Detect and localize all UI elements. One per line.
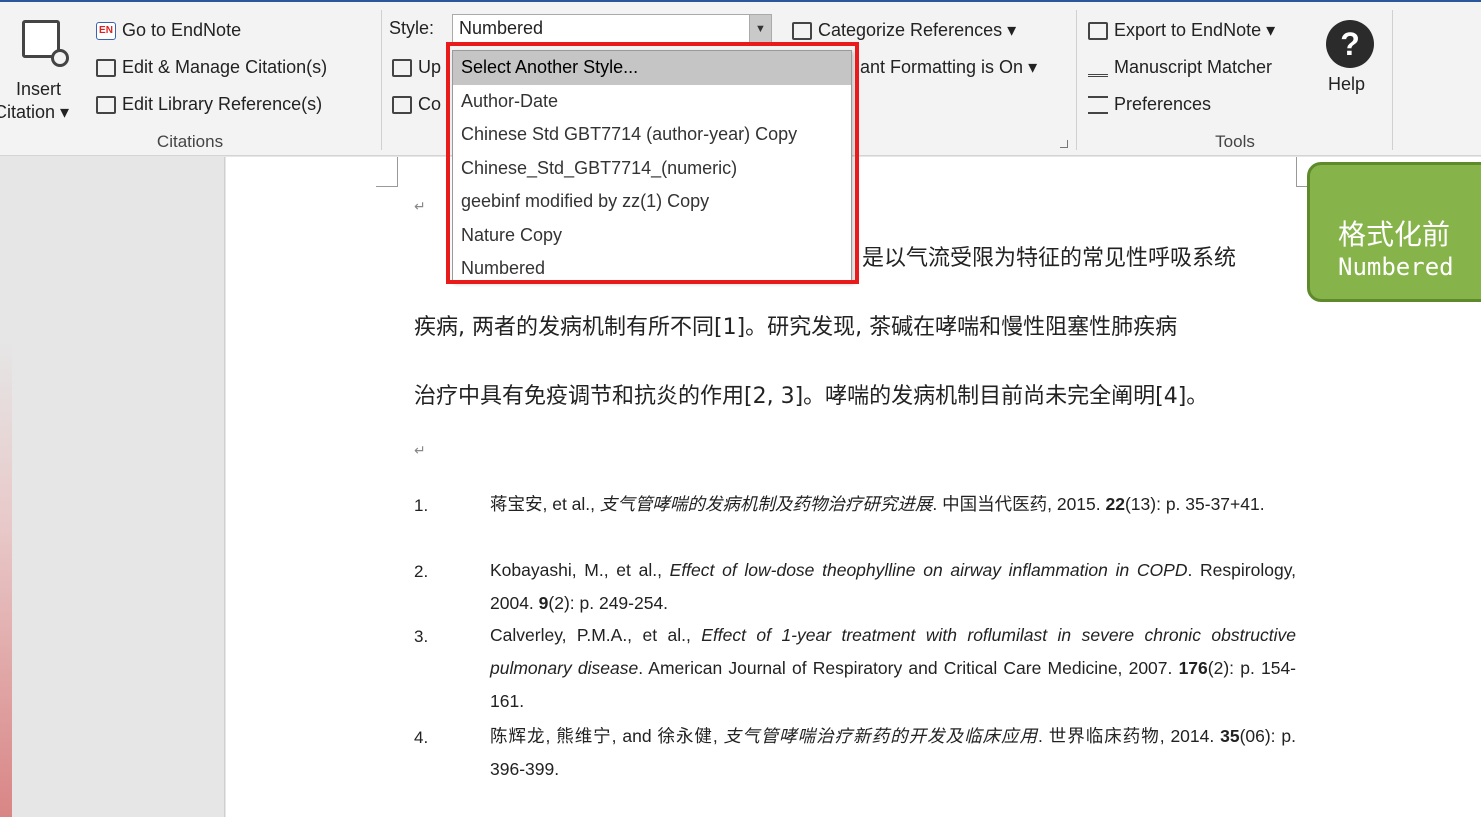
export-to-endnote-button[interactable]: Export to EndNote ▾ (1088, 20, 1275, 41)
preferences-label: Preferences (1114, 94, 1212, 114)
reference-number: 3. (414, 627, 429, 646)
reference-number: 4. (414, 728, 429, 747)
style-option[interactable]: Chinese Std GBT7714 (author-year) Copy (453, 118, 851, 152)
tools-group-label: Tools (1215, 132, 1255, 151)
annotation-callout: 格式化前 Numbered (1307, 162, 1481, 302)
paragraph-mark: ↵ (414, 442, 426, 458)
style-select[interactable]: Numbered ▼ (452, 14, 772, 44)
help-label[interactable]: Help (1328, 74, 1365, 95)
insert-citation-icon (22, 20, 69, 67)
categorize-icon (792, 21, 812, 40)
instant-formatting-label: ant Formatting is On ▾ (860, 57, 1038, 77)
callout-line-1: 格式化前 (1338, 218, 1451, 251)
style-option[interactable]: Numbered (453, 252, 851, 286)
style-option[interactable]: Chinese_Std_GBT7714_(numeric) (453, 152, 851, 186)
go-to-endnote-button[interactable]: EN Go to EndNote (96, 20, 241, 41)
style-select-value: Numbered (459, 18, 544, 38)
edit-manage-citations-label: Edit & Manage Citation(s) (122, 57, 328, 77)
manuscript-matcher-icon (1088, 59, 1108, 77)
reference-text: 陈辉龙, 熊维宁, and 徐永健, 支气管哮喘治疗新药的开发及临床应用. 世界… (490, 720, 1296, 786)
paragraph-3[interactable]: 治疗中具有免疫调节和抗炎的作用[2, 3]。哮喘的发病机制目前尚未完全阐明[4]… (414, 378, 1208, 410)
citations-group-label: Citations (156, 132, 224, 151)
paragraph-2[interactable]: 疾病, 两者的发病机制有所不同[1]。研究发现, 茶碱在哮喘和慢性阻塞性肺疾病 (414, 309, 1177, 341)
reference-pages: (2): p. 249-254. (548, 593, 669, 613)
preferences-icon (1088, 95, 1108, 114)
ribbon-separator (1392, 10, 1393, 150)
reference-number: 2. (414, 562, 429, 581)
update-citations-icon (392, 58, 412, 77)
left-margin (0, 157, 225, 817)
edit-library-icon (96, 95, 116, 114)
paragraph-mark: ↵ (414, 198, 426, 214)
style-option[interactable]: Author-Date (453, 85, 851, 119)
manuscript-matcher-label: Manuscript Matcher (1114, 57, 1273, 77)
reference-volume: 176 (1178, 658, 1208, 678)
export-to-endnote-label: Export to EndNote ▾ (1114, 20, 1276, 40)
reference-text: 蒋宝安, et al., 支气管哮喘的发病机制及药物治疗研究进展. 中国当代医药… (490, 488, 1296, 521)
edit-library-reference-button[interactable]: Edit Library Reference(s) (96, 94, 322, 115)
reference-title: 支气管哮喘的发病机制及药物治疗研究进展 (599, 494, 933, 514)
insert-citation-button[interactable]: Insert Citation ▾ (0, 6, 88, 126)
reference-volume: 9 (538, 593, 549, 613)
reference-journal: . American Journal of Respiratory and Cr… (638, 658, 1179, 678)
preferences-button[interactable]: Preferences (1088, 94, 1211, 115)
style-option[interactable]: geebinf modified by zz(1) Copy (453, 185, 851, 219)
edit-manage-citations-button[interactable]: Edit & Manage Citation(s) (96, 57, 327, 78)
reference-pages: (13): p. 35-37+41. (1124, 494, 1265, 514)
edit-library-reference-label: Edit Library Reference(s) (122, 94, 323, 114)
reference-volume: 35 (1220, 726, 1240, 746)
page-corner-mark (376, 157, 398, 187)
categorize-references-button[interactable]: Categorize References ▾ (792, 20, 1016, 41)
style-option[interactable]: Select Another Style... (453, 51, 851, 85)
reference-text: Calverley, P.M.A., et al., Effect of 1-y… (490, 619, 1296, 718)
reference-text: Kobayashi, M., et al., Effect of low-dos… (490, 554, 1296, 620)
insert-citation-dropdown-label[interactable]: Citation ▾ (0, 102, 69, 123)
ribbon-topline (0, 0, 1481, 2)
style-option[interactable]: Nature Copy (453, 219, 851, 253)
go-to-endnote-label: Go to EndNote (122, 20, 242, 40)
edit-citation-icon (96, 58, 116, 77)
reference-author: 蒋宝安, et al., (490, 494, 600, 514)
chevron-down-icon[interactable]: ▼ (749, 15, 771, 43)
reference-author: Kobayashi, M., et al., (490, 560, 670, 580)
export-icon (1088, 21, 1108, 40)
update-citations-button[interactable]: Up (392, 57, 441, 78)
reference-journal: . 中国当代医药, 2015. (932, 494, 1106, 514)
convert-citations-icon (392, 95, 412, 114)
instant-formatting-button[interactable]: ant Formatting is On ▾ (860, 57, 1037, 78)
reference-author: Calverley, P.M.A., et al., (490, 625, 702, 645)
reference-title: Effect of low-dose theophylline on airwa… (669, 560, 1188, 580)
convert-citations-button[interactable]: Co (392, 94, 441, 115)
reference-title: 支气管哮喘治疗新药的开发及临床应用 (723, 726, 1039, 746)
reference-author: 陈辉龙, 熊维宁, and 徐永健, (490, 726, 724, 746)
bibliography-dialog-launcher-icon[interactable] (1060, 140, 1068, 148)
style-dropdown-list: Select Another Style... Author-Date Chin… (452, 50, 852, 282)
style-label: Style: (389, 18, 435, 38)
categorize-references-label: Categorize References ▾ (818, 20, 1017, 40)
insert-citation-label: Insert (16, 79, 62, 99)
update-citations-label: Up (418, 57, 442, 77)
decorative-strip (0, 340, 12, 817)
document-page[interactable] (226, 157, 1481, 817)
citations-group: Insert Citation ▾ EN Go to EndNote Edit … (0, 6, 380, 154)
paragraph-1[interactable]: 是以气流受限为特征的常见性呼吸系统 (862, 240, 1236, 272)
reference-journal: . 世界临床药物, 2014. (1038, 726, 1221, 746)
ribbon-separator (1076, 10, 1077, 150)
reference-number: 1. (414, 496, 429, 515)
callout-line-2: Numbered (1338, 253, 1454, 281)
manuscript-matcher-button[interactable]: Manuscript Matcher (1088, 57, 1272, 78)
convert-citations-label: Co (418, 94, 442, 114)
endnote-icon: EN (96, 21, 116, 40)
help-icon[interactable]: ? (1326, 20, 1374, 68)
reference-volume: 22 (1105, 494, 1125, 514)
